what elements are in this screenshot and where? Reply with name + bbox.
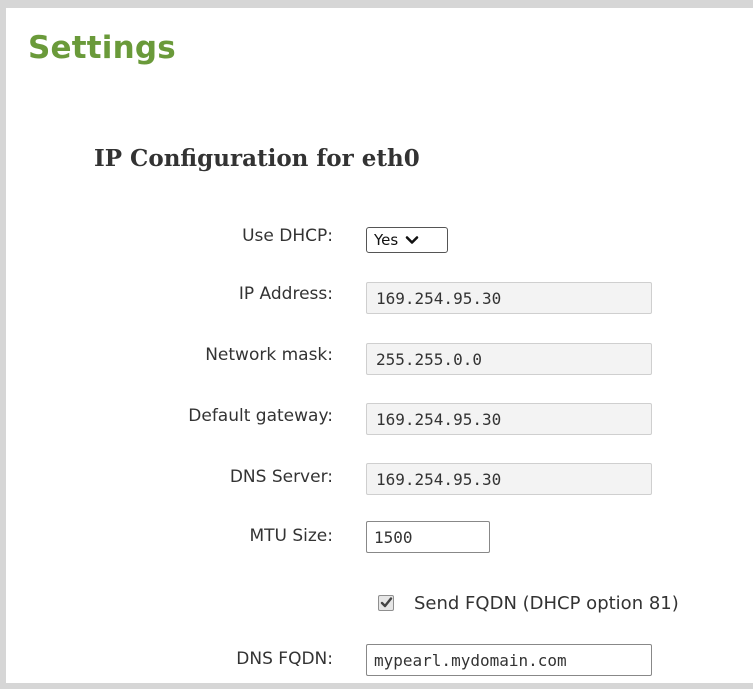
network-mask-field: 255.255.0.0 <box>366 343 652 375</box>
use-dhcp-label: Use DHCP: <box>242 226 333 246</box>
send-fqdn-label[interactable]: Send FQDN (DHCP option 81) <box>414 593 679 614</box>
dns-server-field: 169.254.95.30 <box>366 463 652 495</box>
mtu-size-input[interactable]: 1500 <box>366 521 490 553</box>
use-dhcp-select[interactable]: Yes <box>366 227 448 253</box>
dns-server-label: DNS Server: <box>229 467 333 487</box>
default-gateway-label: Default gateway: <box>188 406 333 426</box>
network-mask-label: Network mask: <box>205 345 333 365</box>
chevron-down-icon <box>405 233 419 247</box>
dns-fqdn-label: DNS FQDN: <box>236 649 333 669</box>
page-title: Settings <box>28 30 176 66</box>
ip-address-label: IP Address: <box>238 284 333 304</box>
send-fqdn-checkbox[interactable] <box>378 595 394 611</box>
dns-fqdn-input[interactable]: mypearl.mydomain.com <box>366 644 652 676</box>
checkmark-icon <box>380 597 393 608</box>
ip-address-field: 169.254.95.30 <box>366 282 652 314</box>
settings-panel: Settings IP Configuration for eth0 Use D… <box>0 0 753 689</box>
use-dhcp-value: Yes <box>374 231 399 249</box>
mtu-size-label: MTU Size: <box>249 526 333 546</box>
section-title: IP Configuration for eth0 <box>94 145 420 172</box>
default-gateway-field: 169.254.95.30 <box>366 403 652 435</box>
